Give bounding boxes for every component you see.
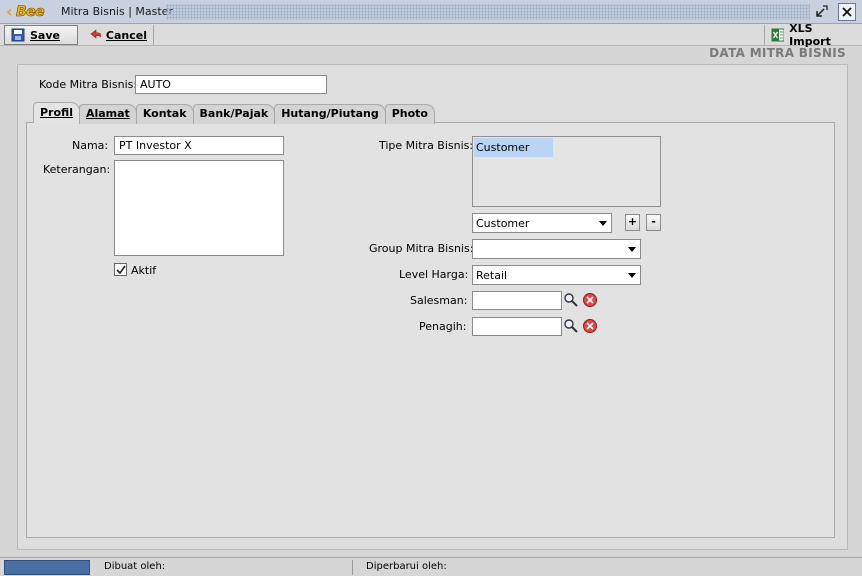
penagih-label: Penagih: [419, 320, 467, 333]
tipe-mitra-select[interactable]: Customer [472, 213, 612, 233]
search-icon [564, 319, 578, 333]
close-button[interactable] [838, 3, 856, 21]
tab-hutang-piutang[interactable]: Hutang/Piutang [274, 104, 386, 124]
tab-photo[interactable]: Photo [384, 104, 435, 124]
tab-alamat[interactable]: Alamat [78, 104, 137, 124]
aktif-checkbox[interactable] [114, 263, 127, 276]
window-title: Mitra Bisnis | Master [61, 5, 173, 18]
title-bar-pattern [166, 4, 810, 20]
restore-icon [816, 5, 828, 17]
chevron-down-icon [599, 221, 607, 226]
chevron-down-icon [628, 273, 636, 278]
level-harga-select-value: Retail [476, 269, 508, 282]
keterangan-label: Keterangan: [43, 163, 111, 176]
group-mitra-label: Group Mitra Bisnis: [369, 242, 474, 255]
app-logo: ‹ Bee [6, 2, 45, 21]
toolbar: Save Cancel XLS Import [0, 22, 862, 48]
logo-text: Bee [16, 4, 45, 21]
status-divider [352, 560, 353, 575]
excel-icon [771, 28, 785, 42]
clear-icon [583, 319, 597, 333]
salesman-clear-button[interactable] [581, 291, 599, 309]
level-harga-label: Level Harga: [399, 268, 469, 281]
penagih-search-button[interactable] [562, 317, 580, 335]
nama-label: Nama: [72, 139, 109, 152]
diperbarui-oleh-label: Diperbarui oleh: [366, 561, 447, 572]
penagih-clear-button[interactable] [581, 317, 599, 335]
tipe-mitra-select-value: Customer [476, 217, 530, 230]
xls-import-button[interactable]: XLS Import [764, 22, 860, 48]
search-icon [564, 293, 578, 307]
list-item[interactable]: Customer [474, 138, 553, 157]
nama-input[interactable]: PT Investor X [114, 136, 284, 155]
kode-mitra-input[interactable]: AUTO [135, 75, 327, 94]
restore-button[interactable] [812, 3, 830, 21]
back-chevron-icon: ‹ [6, 2, 13, 21]
status-indicator [4, 560, 90, 575]
tab-profil[interactable]: Profil [33, 102, 80, 123]
salesman-input[interactable] [472, 291, 562, 310]
kode-mitra-label: Kode Mitra Bisnis: [39, 78, 138, 91]
floppy-disk-icon [11, 28, 25, 42]
checkmark-icon [115, 265, 126, 274]
close-icon [842, 7, 852, 17]
tab-strip: Profil Alamat Kontak Bank/Pajak Hutang/P… [33, 102, 435, 124]
dibuat-oleh-label: Dibuat oleh: [104, 561, 166, 572]
tab-bank-pajak[interactable]: Bank/Pajak [192, 104, 276, 124]
tipe-mitra-list[interactable]: Customer [472, 136, 661, 207]
chevron-down-icon [628, 247, 636, 252]
aktif-label: Aktif [131, 264, 157, 277]
level-harga-select[interactable]: Retail [472, 265, 641, 285]
title-bar: ‹ Bee Mitra Bisnis | Master [0, 0, 862, 24]
salesman-label: Salesman: [410, 294, 468, 307]
penagih-input[interactable] [472, 317, 562, 336]
form-title: DATA MITRA BISNIS [709, 46, 846, 60]
save-button[interactable]: Save [4, 25, 78, 45]
status-bar: Dibuat oleh: Diperbarui oleh: [0, 557, 862, 576]
tipe-mitra-label: Tipe Mitra Bisnis: [379, 139, 474, 152]
xls-import-label: XLS Import [789, 22, 831, 48]
save-label: Save [30, 28, 60, 42]
clear-icon [583, 293, 597, 307]
cancel-label: Cancel [105, 28, 147, 42]
undo-arrow-icon [90, 29, 101, 39]
cancel-button[interactable]: Cancel [84, 25, 154, 45]
remove-tipe-button[interactable]: - [646, 214, 661, 231]
keterangan-textarea[interactable] [114, 160, 284, 256]
group-mitra-select[interactable] [472, 239, 641, 259]
tab-kontak[interactable]: Kontak [135, 104, 194, 124]
add-tipe-button[interactable]: + [625, 214, 640, 231]
salesman-search-button[interactable] [562, 291, 580, 309]
